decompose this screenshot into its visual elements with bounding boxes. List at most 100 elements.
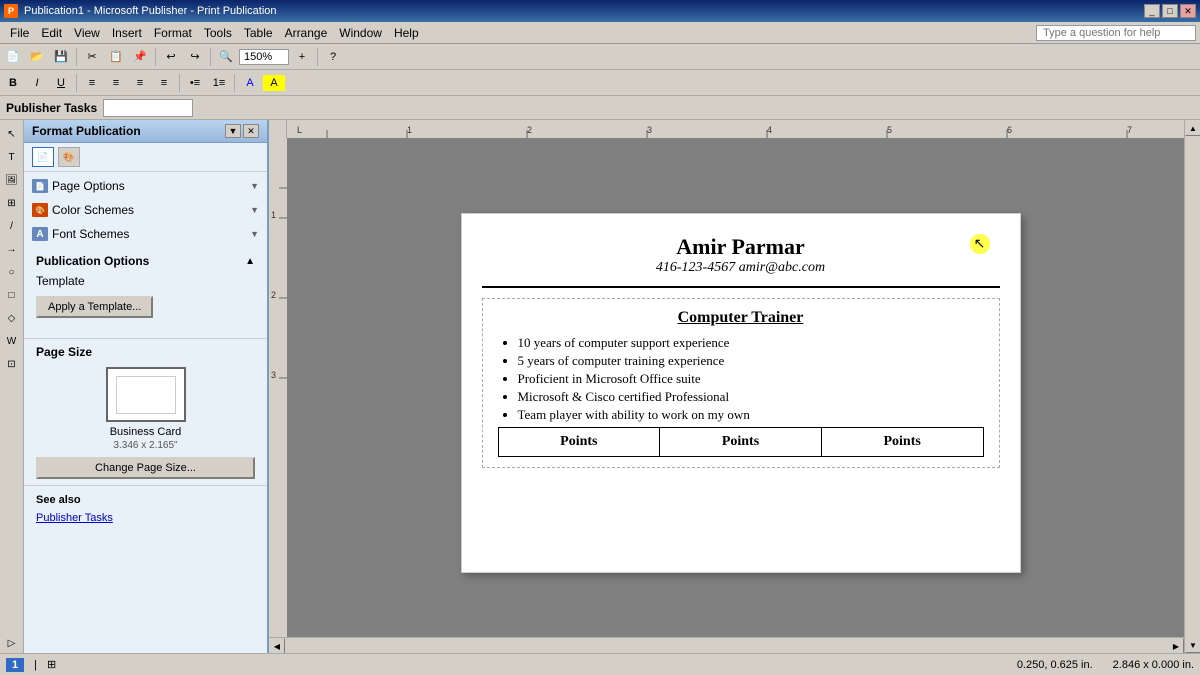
wordart-tool[interactable]: W bbox=[2, 331, 22, 351]
select-tool[interactable]: ↖ bbox=[2, 124, 22, 144]
help-button[interactable]: ? bbox=[322, 47, 344, 67]
business-card-document[interactable]: ↖ Amir Parmar 416-123-4567 amir@abc.com … bbox=[461, 213, 1021, 573]
card-bullet-1: 10 years of computer support experience bbox=[518, 335, 984, 351]
change-page-size-button[interactable]: Change Page Size... bbox=[36, 457, 255, 479]
scroll-down-button[interactable]: ▼ bbox=[1185, 637, 1200, 653]
toolbar-sep-4 bbox=[317, 48, 318, 66]
custom-shape-tool[interactable]: ◇ bbox=[2, 308, 22, 328]
menu-table[interactable]: Table bbox=[238, 24, 279, 42]
panel-icon-color[interactable]: 🎨 bbox=[58, 147, 80, 167]
menu-insert[interactable]: Insert bbox=[106, 24, 148, 42]
horizontal-scrollbar: ◀ ▶ bbox=[269, 637, 1184, 653]
menu-help[interactable]: Help bbox=[388, 24, 425, 42]
card-header: Amir Parmar 416-123-4567 amir@abc.com bbox=[482, 234, 1000, 288]
font-schemes-section: A Font Schemes ▼ bbox=[24, 224, 267, 244]
picture-tool[interactable]: 🖼 bbox=[2, 170, 22, 190]
page-size-name-label: Business Card bbox=[36, 426, 255, 438]
cut-button[interactable]: ✂ bbox=[81, 47, 103, 67]
table-row: Points Points Points bbox=[498, 427, 983, 456]
scroll-h-track[interactable] bbox=[285, 638, 1168, 653]
svg-text:1: 1 bbox=[407, 125, 412, 135]
frame-tool[interactable]: ⊡ bbox=[2, 354, 22, 374]
font-schemes-label: Font Schemes bbox=[52, 227, 129, 241]
panel-header-buttons: ▼ ✕ bbox=[225, 124, 259, 138]
font-color-button[interactable]: A bbox=[239, 73, 261, 93]
svg-text:1: 1 bbox=[271, 210, 276, 220]
toolbar-sep-1 bbox=[76, 48, 77, 66]
scroll-v-track[interactable] bbox=[1185, 136, 1200, 637]
main-area: ↖ T 🖼 ⊞ / → ○ □ ◇ W ⊡ ▷ Format Publicati… bbox=[0, 120, 1200, 653]
menu-tools[interactable]: Tools bbox=[198, 24, 238, 42]
zoom-input[interactable] bbox=[239, 49, 289, 65]
line-tool[interactable]: / bbox=[2, 216, 22, 236]
status-bar: 1 | ⊞ 0.250, 0.625 in. 2.846 x 0.000 in. bbox=[0, 653, 1200, 675]
canvas-area: L 1 2 3 4 5 6 7 1 bbox=[269, 120, 1200, 653]
help-search-input[interactable] bbox=[1036, 25, 1196, 41]
align-right-button[interactable]: ≡ bbox=[129, 73, 151, 93]
toolbar-sep-3 bbox=[210, 48, 211, 66]
app-icon: P bbox=[4, 4, 18, 18]
panel-close-button[interactable]: ✕ bbox=[243, 124, 259, 138]
see-also-title: See also bbox=[36, 494, 255, 506]
scroll-left-button[interactable]: ◀ bbox=[269, 638, 285, 653]
color-schemes-icon: 🎨 bbox=[32, 203, 48, 217]
font-schemes-item[interactable]: A Font Schemes ▼ bbox=[24, 224, 267, 244]
minimize-button[interactable]: _ bbox=[1144, 4, 1160, 18]
bullets-button[interactable]: •≡ bbox=[184, 73, 206, 93]
page-options-item[interactable]: 📄 Page Options ▼ bbox=[24, 176, 267, 196]
panel-dropdown-button[interactable]: ▼ bbox=[225, 124, 241, 138]
panel-header: Format Publication ▼ ✕ bbox=[24, 120, 267, 143]
publisher-tasks-label: Publisher Tasks bbox=[6, 101, 97, 115]
save-button[interactable]: 💾 bbox=[50, 47, 72, 67]
scroll-right-button[interactable]: ▶ bbox=[1168, 638, 1184, 653]
publication-options-section: Publication Options ▲ Template Apply a T… bbox=[24, 248, 267, 339]
expand-button[interactable]: ▷ bbox=[2, 633, 22, 653]
zoom-in-button[interactable]: + bbox=[291, 47, 313, 67]
menu-view[interactable]: View bbox=[68, 24, 106, 42]
main-toolbar: 📄 📂 💾 ✂ 📋 📌 ↩ ↪ 🔍 + ? bbox=[0, 44, 1200, 70]
copy-button[interactable]: 📋 bbox=[105, 47, 127, 67]
color-schemes-item[interactable]: 🎨 Color Schemes ▼ bbox=[24, 200, 267, 220]
italic-button[interactable]: I bbox=[26, 73, 48, 93]
zoom-out-button[interactable]: 🔍 bbox=[215, 47, 237, 67]
open-button[interactable]: 📂 bbox=[26, 47, 48, 67]
left-toolbar: ↖ T 🖼 ⊞ / → ○ □ ◇ W ⊡ ▷ bbox=[0, 120, 24, 653]
redo-button[interactable]: ↪ bbox=[184, 47, 206, 67]
align-center-button[interactable]: ≡ bbox=[105, 73, 127, 93]
undo-button[interactable]: ↩ bbox=[160, 47, 182, 67]
page-options-icon: 📄 bbox=[32, 179, 48, 193]
svg-text:6: 6 bbox=[1007, 125, 1012, 135]
paste-button[interactable]: 📌 bbox=[129, 47, 151, 67]
align-left-button[interactable]: ≡ bbox=[81, 73, 103, 93]
menu-window[interactable]: Window bbox=[333, 24, 388, 42]
apply-template-button[interactable]: Apply a Template... bbox=[36, 296, 153, 318]
scroll-up-button[interactable]: ▲ bbox=[1185, 120, 1200, 136]
underline-button[interactable]: U bbox=[50, 73, 72, 93]
page-size-title: Page Size bbox=[36, 345, 255, 359]
publisher-tasks-bar: Publisher Tasks bbox=[0, 96, 1200, 120]
maximize-button[interactable]: □ bbox=[1162, 4, 1178, 18]
numbering-button[interactable]: 1≡ bbox=[208, 73, 230, 93]
publisher-tasks-link[interactable]: Publisher Tasks bbox=[36, 512, 113, 524]
tasks-input[interactable] bbox=[103, 99, 193, 117]
justify-button[interactable]: ≡ bbox=[153, 73, 175, 93]
new-button[interactable]: 📄 bbox=[2, 47, 24, 67]
ruler-left: 1 2 3 bbox=[269, 120, 287, 653]
oval-tool[interactable]: ○ bbox=[2, 262, 22, 282]
close-button[interactable]: ✕ bbox=[1180, 4, 1196, 18]
highlight-button[interactable]: A bbox=[263, 75, 285, 91]
svg-text:7: 7 bbox=[1127, 125, 1132, 135]
cursor-coordinates: 0.250, 0.625 in. bbox=[1017, 659, 1093, 671]
menu-edit[interactable]: Edit bbox=[35, 24, 68, 42]
bold-button[interactable]: B bbox=[2, 73, 24, 93]
page-size-inner-preview bbox=[116, 376, 176, 414]
menu-arrange[interactable]: Arrange bbox=[279, 24, 334, 42]
rect-tool[interactable]: □ bbox=[2, 285, 22, 305]
panel-title: Format Publication bbox=[32, 124, 141, 138]
menu-format[interactable]: Format bbox=[148, 24, 198, 42]
arrow-tool[interactable]: → bbox=[2, 239, 22, 259]
menu-file[interactable]: File bbox=[4, 24, 35, 42]
panel-icon-page[interactable]: 📄 bbox=[32, 147, 54, 167]
text-tool[interactable]: T bbox=[2, 147, 22, 167]
crop-tool[interactable]: ⊞ bbox=[2, 193, 22, 213]
